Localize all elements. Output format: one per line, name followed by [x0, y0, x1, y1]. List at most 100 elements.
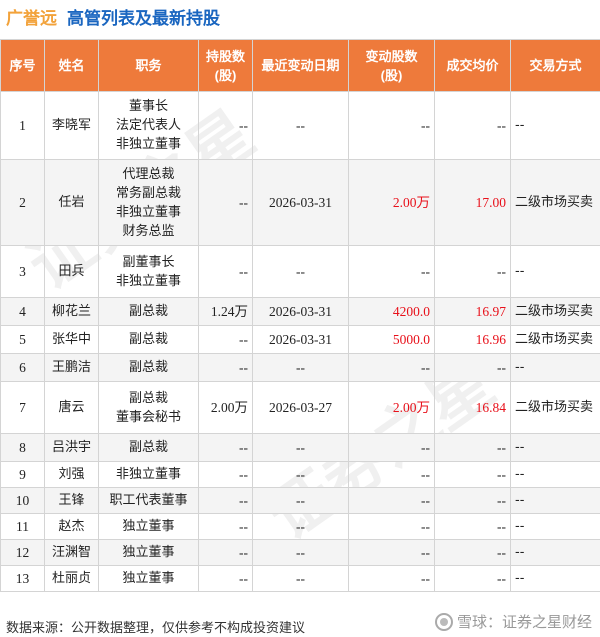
last-change-date: 2026-03-27 [252, 381, 349, 434]
executive-roles: 董事长 法定代表人 非独立董事 [98, 91, 199, 160]
avg-price: -- [434, 245, 511, 298]
last-change-date: -- [252, 461, 349, 488]
trade-method: 二级市场买卖 [510, 381, 600, 434]
row-number: 7 [0, 381, 45, 434]
avg-price: 16.96 [434, 325, 511, 354]
trade-method: -- [510, 91, 600, 160]
table-row: 3 田兵 副董事长 非独立董事 -- -- -- -- -- [0, 245, 600, 298]
shares-held: -- [198, 565, 253, 592]
change-shares: -- [348, 487, 435, 514]
trade-method: 二级市场买卖 [510, 325, 600, 354]
avg-price: -- [434, 461, 511, 488]
executive-name: 赵杰 [44, 513, 99, 540]
table-row: 7 唐云 副总裁 董事会秘书 2.00万 2026-03-27 2.00万 16.84 二级市场… [0, 381, 600, 434]
shares-held: -- [198, 433, 253, 462]
column-header: 职务 [98, 39, 199, 92]
snowball-icon [434, 612, 453, 631]
trade-method: -- [510, 433, 600, 462]
shares-held: -- [198, 513, 253, 540]
executive-name: 张华中 [44, 325, 99, 354]
column-header: 成交均价 [434, 39, 511, 92]
role-line: 代理总裁 [122, 166, 175, 182]
table-header-row: 序号 姓名 职务 持股数 (股) 最近变动日期 变动股数 (股) 成交均价 交易方式 [0, 39, 600, 92]
change-shares: -- [348, 565, 435, 592]
shares-held: 1.24万 [198, 297, 253, 326]
row-number: 6 [0, 353, 45, 382]
shares-held: -- [198, 159, 253, 246]
role-line: 董事会秘书 [115, 409, 181, 425]
executive-roles: 职工代表董事 [98, 487, 199, 514]
trade-method: 二级市场买卖 [510, 297, 600, 326]
avg-price: -- [434, 487, 511, 514]
change-shares: -- [348, 353, 435, 382]
row-number: 3 [0, 245, 45, 298]
company-name: 广誉远 [6, 9, 57, 28]
avg-price: -- [434, 565, 511, 592]
last-change-date: -- [252, 513, 349, 540]
role-line: 常务副总裁 [115, 185, 181, 201]
avg-price: 16.84 [434, 381, 511, 434]
table-row: 11 赵杰 独立董事 -- -- -- -- -- [0, 513, 600, 540]
change-shares: -- [348, 433, 435, 462]
change-shares: -- [348, 513, 435, 540]
table-row: 13 杜丽贞 独立董事 -- -- -- -- -- [0, 565, 600, 592]
trade-method: -- [510, 565, 600, 592]
row-number: 1 [0, 91, 45, 160]
executive-name: 田兵 [44, 245, 99, 298]
table-row: 2 任岩 代理总裁 常务副总裁 非独立董事 财务总监 -- 2026-03-31 2.00万 17… [0, 159, 600, 246]
last-change-date: -- [252, 565, 349, 592]
trade-method: -- [510, 487, 600, 514]
role-line: 副总裁 [128, 440, 168, 455]
brand-mark: 雪球：证券之星财经 [434, 611, 592, 632]
executive-name: 任岩 [44, 159, 99, 246]
executive-name: 汪渊智 [44, 539, 99, 566]
executive-roles: 独立董事 [98, 539, 199, 566]
trade-method: -- [510, 513, 600, 540]
change-shares: -- [348, 539, 435, 566]
avg-price: 16.97 [434, 297, 511, 326]
executive-roles: 副总裁 [98, 433, 199, 462]
avg-price: -- [434, 353, 511, 382]
executive-roles: 副总裁 [98, 325, 199, 354]
shares-held: 2.00万 [198, 381, 253, 434]
change-shares: -- [348, 91, 435, 160]
shares-held: -- [198, 539, 253, 566]
avg-price: -- [434, 539, 511, 566]
row-number: 10 [0, 487, 45, 514]
trade-method: -- [510, 353, 600, 382]
last-change-date: -- [252, 487, 349, 514]
column-header: 序号 [0, 39, 45, 92]
page-title: 广誉远 高管列表及最新持股 [6, 4, 220, 28]
role-line: 独立董事 [122, 545, 175, 560]
row-number: 5 [0, 325, 45, 354]
shares-held: -- [198, 325, 253, 354]
column-header: 持股数 (股) [198, 39, 253, 92]
trade-method: -- [510, 245, 600, 298]
role-line: 财务总监 [122, 223, 175, 239]
executive-name: 杜丽贞 [44, 565, 99, 592]
table-row: 5 张华中 副总裁 -- 2026-03-31 5000.0 16.96 二级市场买卖 [0, 325, 600, 354]
table-row: 12 汪渊智 独立董事 -- -- -- -- -- [0, 539, 600, 566]
last-change-date: 2026-03-31 [252, 297, 349, 326]
last-change-date: -- [252, 539, 349, 566]
shares-held: -- [198, 245, 253, 298]
role-line: 非独立董事 [115, 204, 181, 220]
executive-roles: 副总裁 [98, 297, 199, 326]
row-number: 2 [0, 159, 45, 246]
column-header: 交易方式 [510, 39, 600, 92]
last-change-date: -- [252, 433, 349, 462]
role-line: 副总裁 [128, 360, 168, 375]
role-line: 董事长 [128, 99, 168, 114]
executive-roles: 副总裁 董事会秘书 [98, 381, 199, 434]
role-line: 副总裁 [128, 304, 168, 319]
executive-name: 吕洪宇 [44, 433, 99, 462]
avg-price: 17.00 [434, 159, 511, 246]
trade-method: -- [510, 461, 600, 488]
avg-price: -- [434, 433, 511, 462]
executive-name: 柳花兰 [44, 297, 99, 326]
brand-text: 雪球：证券之星财经 [456, 614, 592, 631]
role-line: 法定代表人 [115, 118, 181, 133]
trade-method: 二级市场买卖 [510, 159, 600, 246]
title-text: 高管列表及最新持股 [67, 9, 220, 28]
table-row: 8 吕洪宇 副总裁 -- -- -- -- -- [0, 433, 600, 462]
